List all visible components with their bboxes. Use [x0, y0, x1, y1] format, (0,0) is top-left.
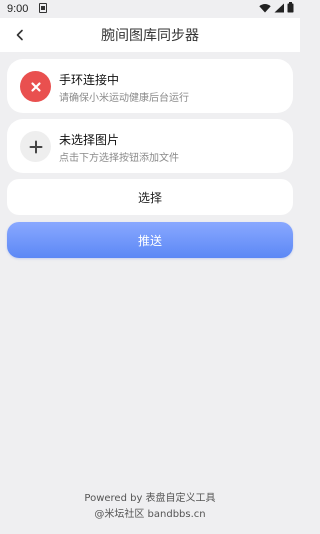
footer-powered-by: Powered by 表盘自定义工具	[84, 493, 216, 504]
plus-icon	[29, 140, 42, 153]
notification-app-icon	[39, 3, 47, 13]
image-selection-card[interactable]: 未选择图片 点击下方选择按钮添加文件	[7, 119, 293, 173]
device-status-subtitle: 请确保小米运动健康后台运行	[59, 93, 189, 104]
page-title: 腕间图库同步器	[101, 28, 199, 44]
add-image-badge	[20, 131, 51, 162]
select-button[interactable]: 选择	[7, 179, 293, 215]
battery-icon	[287, 2, 294, 13]
device-status-title: 手环连接中	[59, 73, 120, 87]
close-icon	[30, 81, 41, 92]
footer-community: @米坛社区 bandbbs.cn	[94, 509, 206, 520]
status-bar: 9:00	[0, 0, 300, 18]
push-button[interactable]: 推送	[7, 222, 293, 258]
image-selection-title: 未选择图片	[59, 133, 120, 147]
device-status-card: 手环连接中 请确保小米运动健康后台运行	[7, 59, 293, 113]
image-selection-subtitle: 点击下方选择按钮添加文件	[59, 153, 179, 164]
status-time: 9:00	[7, 3, 29, 15]
app-header: 腕间图库同步器	[0, 18, 300, 52]
status-icons	[259, 2, 294, 13]
wifi-icon	[259, 3, 271, 13]
connection-error-badge	[20, 71, 51, 102]
footer: Powered by 表盘自定义工具 @米坛社区 bandbbs.cn	[0, 491, 300, 523]
signal-icon	[274, 3, 284, 12]
